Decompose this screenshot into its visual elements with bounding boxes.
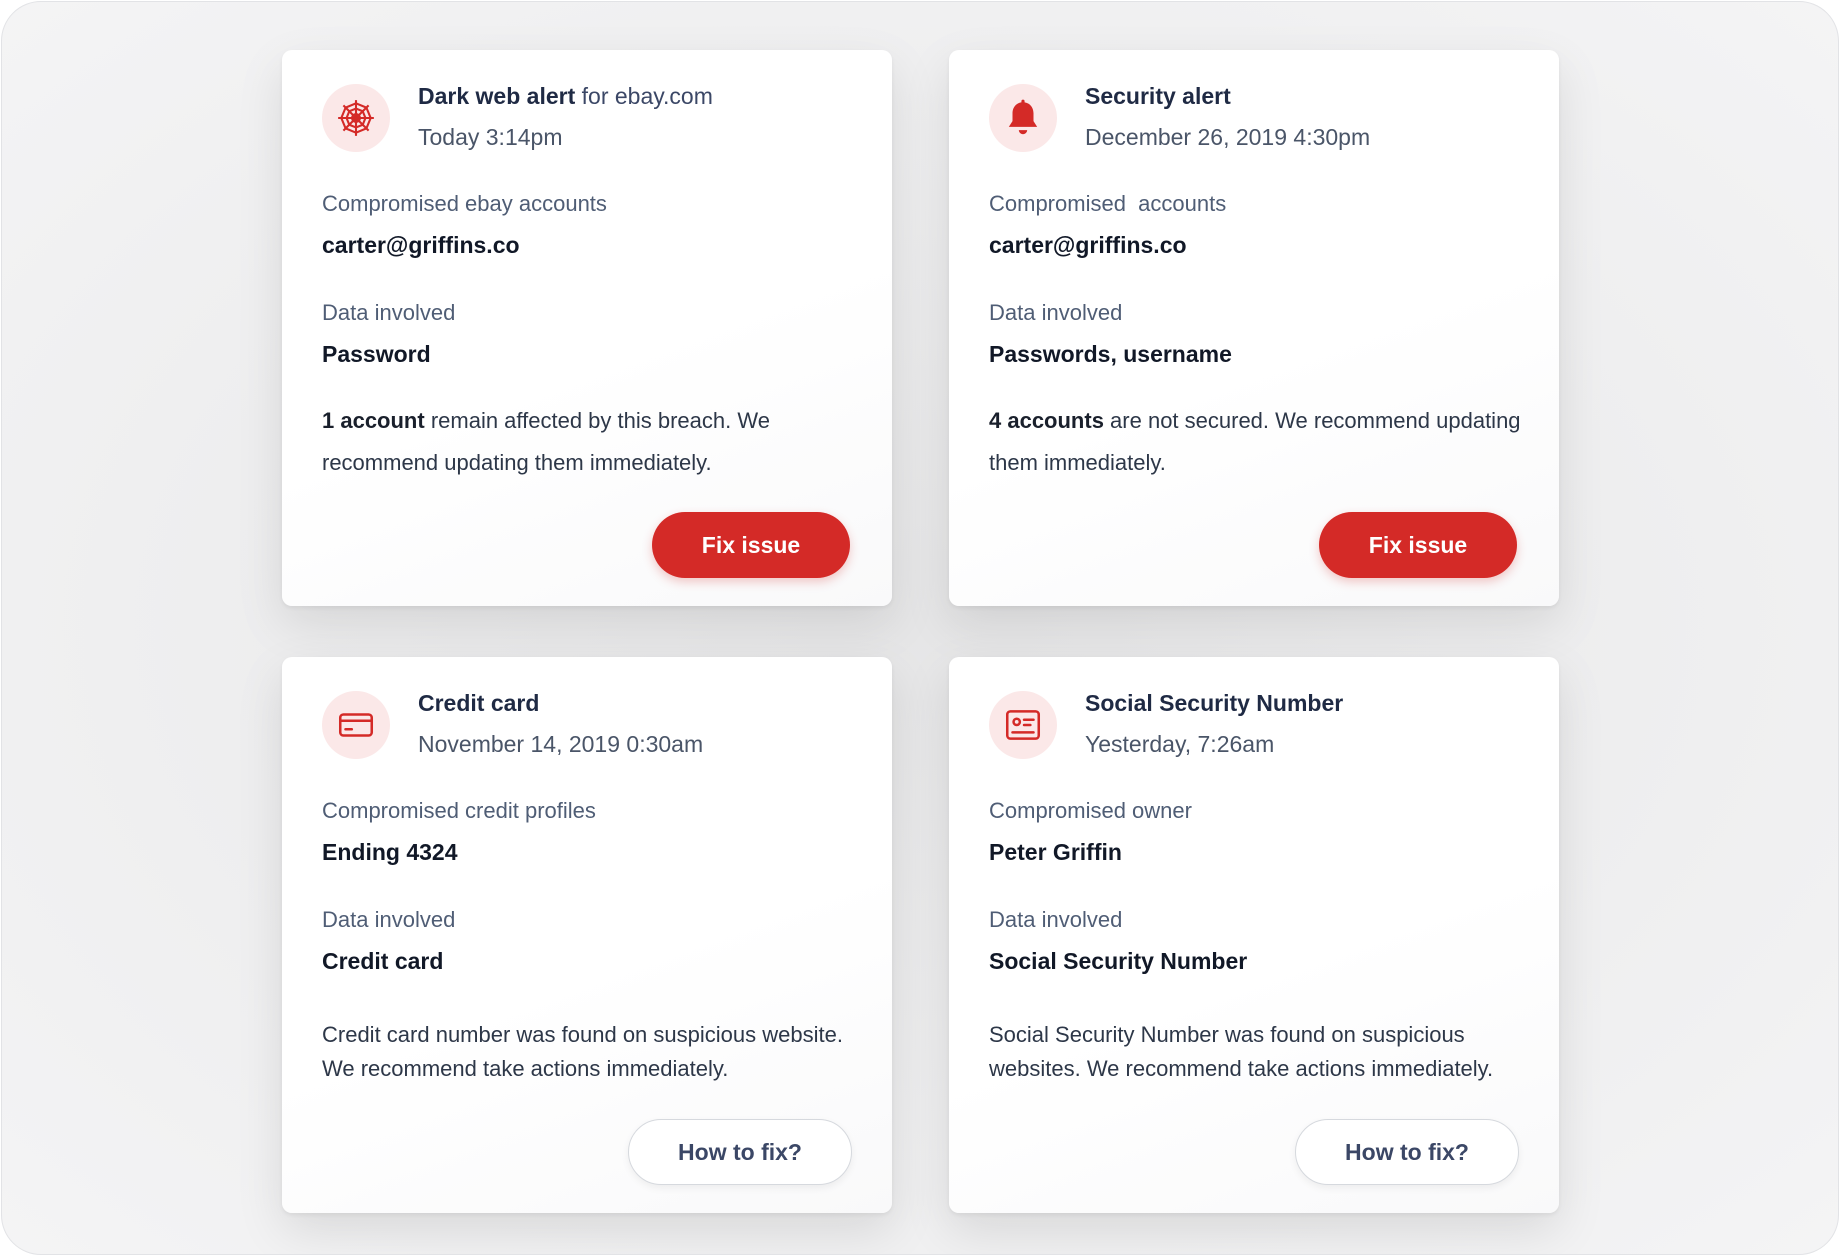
alert-message: 4 accounts are not secured. We recommend… (989, 400, 1529, 484)
alert-timestamp: Yesterday, 7:26am (1085, 731, 1275, 757)
app-frame: Dark web alert for ebay.com Today 3:14pm… (1, 1, 1839, 1255)
compromised-accounts-label: Compromised ebay accounts (322, 191, 607, 216)
alert-message: Credit card number was found on suspicio… (322, 1022, 843, 1081)
compromised-profiles-value: Ending 4324 (322, 839, 458, 865)
data-involved-label: Data involved (989, 907, 1123, 932)
id-card-icon (989, 691, 1057, 759)
compromised-accounts-value: carter@griffins.co (322, 232, 520, 258)
fix-issue-button[interactable]: Fix issue (1319, 512, 1517, 578)
alert-card-security: Security alert December 26, 2019 4:30pm … (949, 50, 1559, 606)
credit-card-icon (322, 691, 390, 759)
data-involved-value: Passwords, username (989, 341, 1232, 367)
card-title: Credit card (418, 690, 540, 716)
data-involved-label: Data involved (322, 300, 456, 325)
alert-message: Social Security Number was found on susp… (989, 1022, 1494, 1081)
compromised-profiles-label: Compromised credit profiles (322, 798, 596, 823)
compromised-accounts-label: Compromised accounts (989, 191, 1227, 216)
alert-card-credit-card: Credit card November 14, 2019 0:30am Com… (282, 657, 892, 1213)
title-suffix: for ebay.com (575, 83, 713, 109)
bell-icon (989, 84, 1057, 152)
alert-timestamp: Today 3:14pm (418, 124, 563, 150)
data-involved-value: Credit card (322, 948, 444, 974)
compromised-owner-label: Compromised owner (989, 798, 1192, 823)
alert-card-ssn: Social Security Number Yesterday, 7:26am… (949, 657, 1559, 1213)
alert-card-dark-web: Dark web alert for ebay.com Today 3:14pm… (282, 50, 892, 606)
alert-timestamp: November 14, 2019 0:30am (418, 731, 704, 757)
affected-count: 4 accounts (989, 408, 1104, 433)
card-title: Social Security Number (1085, 690, 1344, 716)
data-involved-value: Password (322, 341, 431, 367)
alert-timestamp: December 26, 2019 4:30pm (1085, 124, 1371, 150)
spider-web-icon (322, 84, 390, 152)
card-title: Security alert (1085, 83, 1231, 109)
data-involved-label: Data involved (989, 300, 1123, 325)
compromised-owner-value: Peter Griffin (989, 839, 1122, 865)
alert-message: 1 account remain affected by this breach… (322, 400, 862, 484)
data-involved-value: Social Security Number (989, 948, 1248, 974)
data-involved-label: Data involved (322, 907, 456, 932)
title-text: Dark web alert (418, 83, 576, 109)
fix-issue-button[interactable]: Fix issue (652, 512, 850, 578)
how-to-fix-button[interactable]: How to fix? (628, 1119, 852, 1185)
how-to-fix-button[interactable]: How to fix? (1295, 1119, 1519, 1185)
affected-count: 1 account (322, 408, 425, 433)
card-title: Dark web alert for ebay.com (418, 83, 713, 110)
compromised-accounts-value: carter@griffins.co (989, 232, 1187, 258)
